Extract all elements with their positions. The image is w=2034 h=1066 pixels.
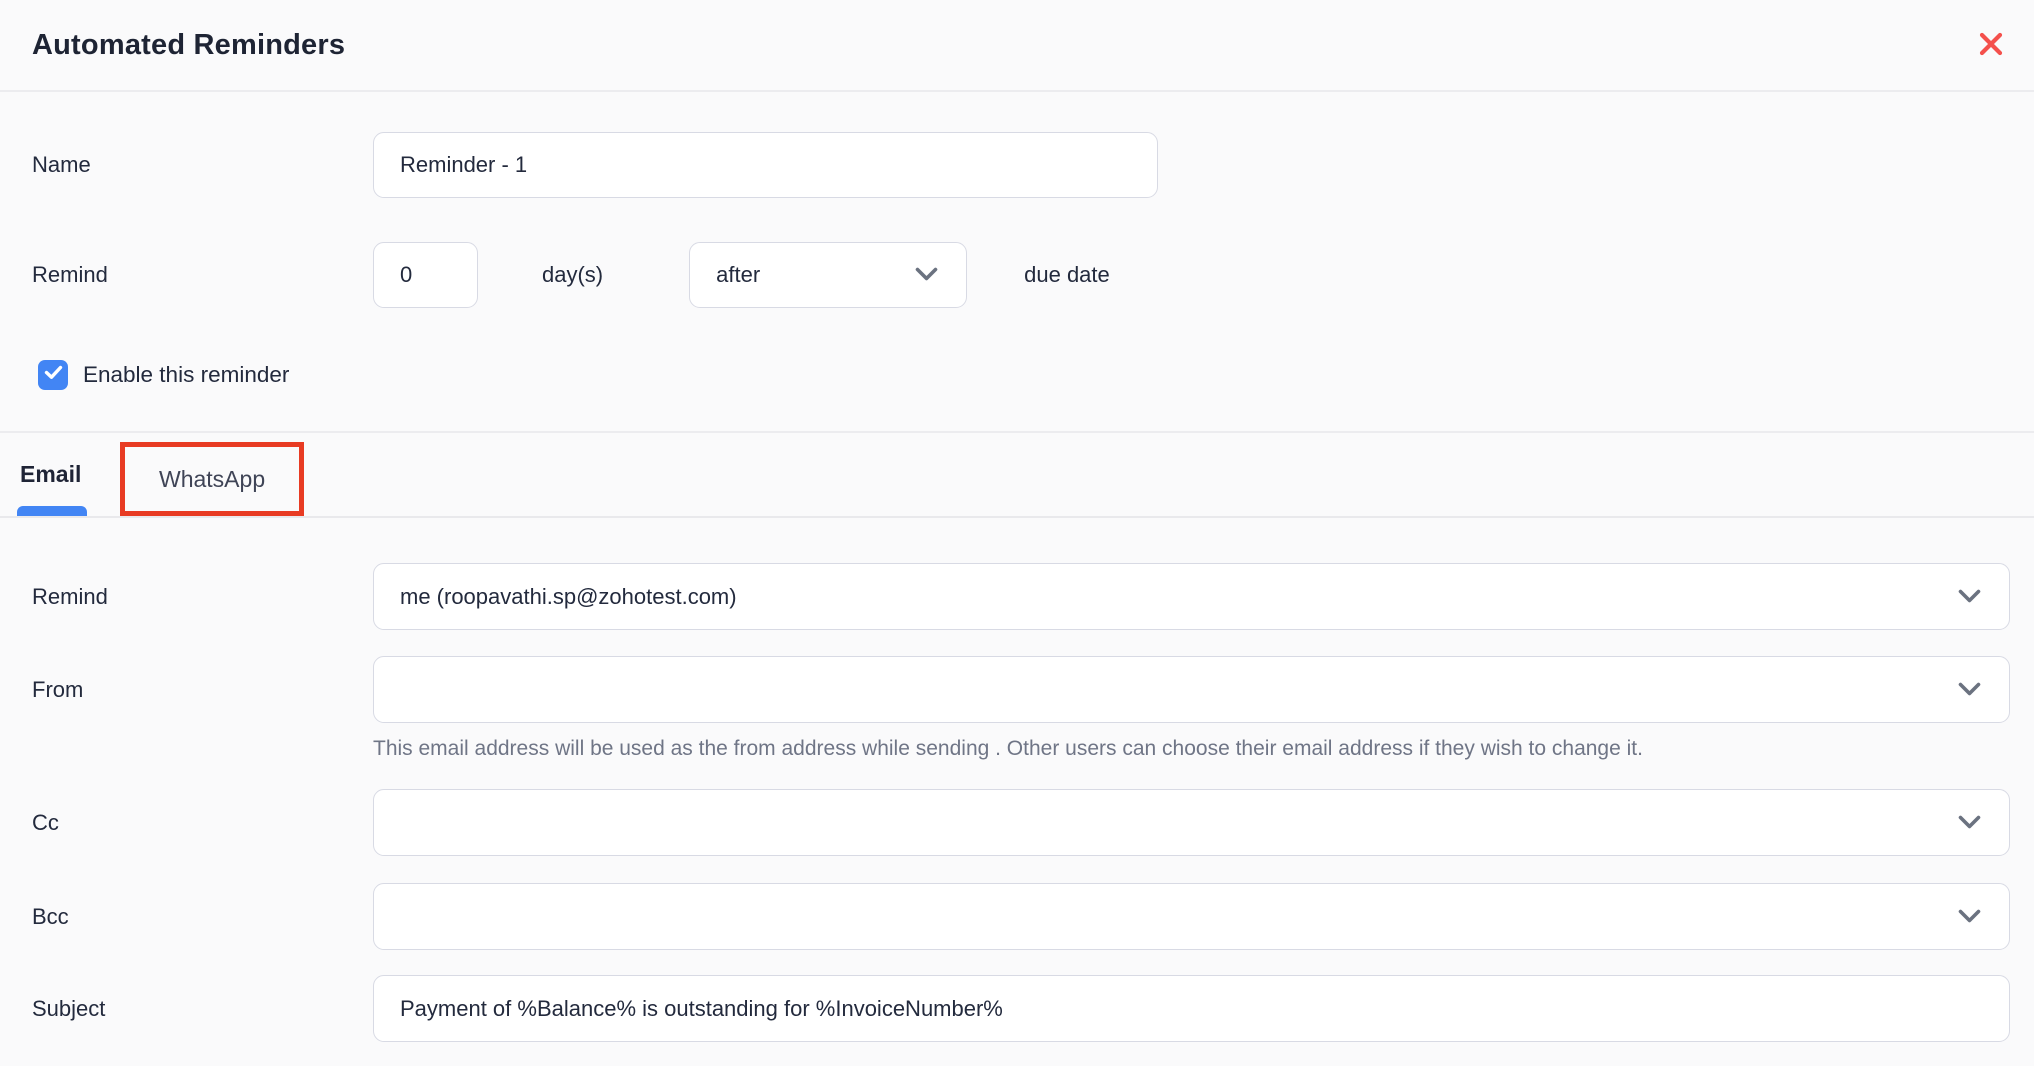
before-after-selected-value: after [716,262,760,288]
remind-to-select[interactable]: me (roopavathi.sp@zohotest.com) [373,563,2010,630]
name-label: Name [32,132,373,198]
tab-email[interactable]: Email [20,433,86,516]
subject-row: Subject [32,975,2010,1042]
bcc-select[interactable] [373,883,2010,950]
remind-to-label: Remind [32,563,373,630]
cc-select[interactable] [373,789,2010,856]
annotation-highlight-box: WhatsApp [120,442,304,516]
modal-title: Automated Reminders [32,29,345,62]
channel-tabbar: Email WhatsApp [0,431,2034,518]
enable-reminder-row: Enable this reminder [32,360,2010,390]
from-label: From [32,656,373,723]
subject-input[interactable] [373,975,2010,1042]
checkmark-icon [44,365,63,385]
cc-label: Cc [32,789,373,856]
enable-reminder-checkbox[interactable] [38,360,68,390]
chevron-down-icon [1958,810,1981,836]
enable-reminder-label: Enable this reminder [83,362,289,388]
chevron-down-icon [1958,904,1981,930]
remind-to-row: Remind me (roopavathi.sp@zohotest.com) [32,563,2010,630]
reminder-settings-form: Name Remind day(s) after due date [0,92,2034,390]
bcc-label: Bcc [32,883,373,950]
active-tab-indicator [17,506,87,516]
from-row: From This email address will be used as … [32,656,2010,763]
modal-header: Automated Reminders [0,0,2034,92]
bcc-row: Bcc [32,883,2010,950]
tab-whatsapp-label: WhatsApp [159,466,265,493]
cc-row: Cc [32,789,2010,856]
from-helper-text: This email address will be used as the f… [373,735,2010,763]
email-tab-panel: Remind me (roopavathi.sp@zohotest.com) F… [0,518,2034,1042]
remind-timing-row: Remind day(s) after due date [32,242,2010,308]
name-input[interactable] [373,132,1158,198]
subject-label: Subject [32,975,373,1042]
chevron-down-icon [1958,677,1981,703]
remind-to-selected-value: me (roopavathi.sp@zohotest.com) [400,584,737,610]
remind-days-input[interactable] [373,242,478,308]
automated-reminders-modal: Automated Reminders Name Remind day(s) a… [0,0,2034,1042]
before-after-select[interactable]: after [689,242,967,308]
from-select[interactable] [373,656,2010,723]
name-row: Name [32,132,2010,198]
close-button[interactable] [1974,28,2008,62]
days-unit-label: day(s) [542,262,603,288]
tab-whatsapp[interactable]: WhatsApp [159,466,265,493]
chevron-down-icon [915,262,938,288]
remind-timing-label: Remind [32,242,373,308]
tab-email-label: Email [20,461,81,488]
due-date-label: due date [1024,262,1110,288]
chevron-down-icon [1958,584,1981,610]
close-icon [1978,31,2004,60]
